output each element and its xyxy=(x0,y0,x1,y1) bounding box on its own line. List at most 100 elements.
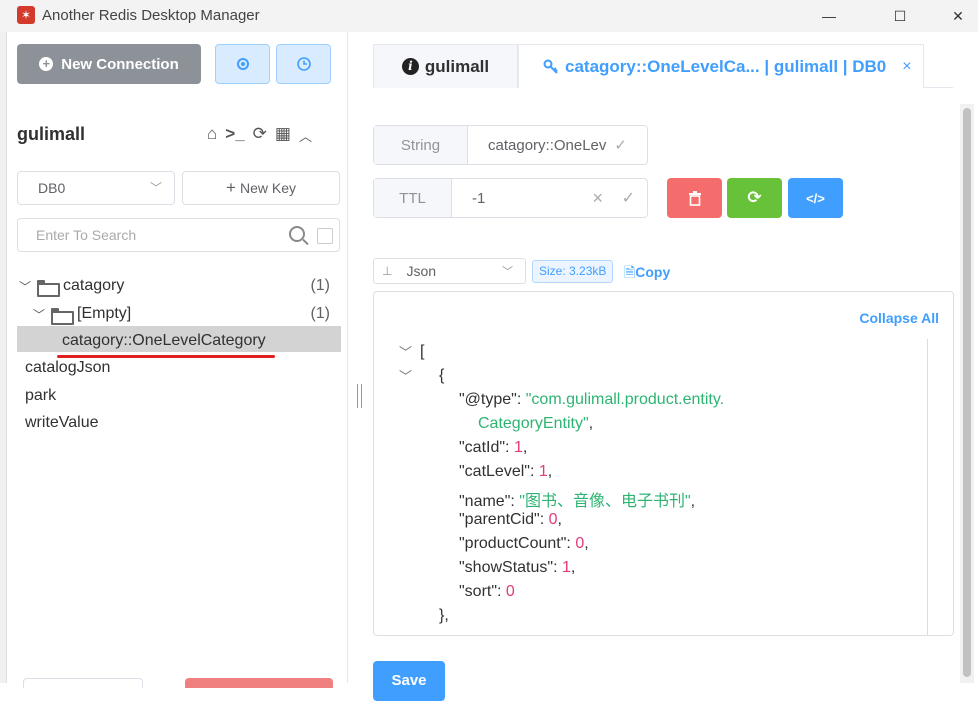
clock-icon xyxy=(296,57,311,71)
tree-folder-catagory[interactable]: ﹀ catagory (1) xyxy=(19,273,341,299)
size-badge: Size: 3.23kB xyxy=(532,260,614,283)
chevron-down-icon: ﹀ xyxy=(502,266,513,278)
tab-key-detail[interactable]: catagory::OneLevelCa... | gulimall | DB0… xyxy=(518,44,924,89)
tree-folder-count: (1) xyxy=(310,305,330,322)
chevron-down-icon: ﹀ xyxy=(149,181,162,195)
json-line: "parentCid": 0, xyxy=(459,511,562,528)
json-line: [ xyxy=(420,343,425,360)
tree-key-label: catalogJson xyxy=(25,359,111,376)
db-select-value: DB0 xyxy=(38,180,66,196)
folder-open-icon xyxy=(51,307,74,325)
background-window-strip xyxy=(0,32,7,683)
grid-icon[interactable]: ▦ xyxy=(275,124,291,145)
json-line: "name": "图书、音像、电子书刊", xyxy=(459,493,696,510)
format-select[interactable]: ⊥ Json ﹀ xyxy=(373,258,526,284)
tree-key-catalogjson[interactable]: catalogJson xyxy=(25,355,110,381)
gear-icon xyxy=(236,58,249,70)
main-scrollbar[interactable] xyxy=(960,104,974,683)
delete-batch-button[interactable] xyxy=(185,678,333,688)
key-name-value: catagory::OneLev xyxy=(488,136,607,154)
folder-open-icon xyxy=(37,279,60,297)
info-icon: i xyxy=(401,58,419,75)
collapse-all-button[interactable]: Collapse All xyxy=(859,310,939,326)
exact-search-checkbox[interactable] xyxy=(317,228,333,244)
fold-chevron-icon[interactable]: ﹀ xyxy=(399,366,412,385)
settings-button[interactable] xyxy=(215,44,270,84)
json-line: "sort": 0 xyxy=(459,583,515,600)
close-tab-icon[interactable]: × xyxy=(902,58,911,76)
key-type-label: String xyxy=(374,126,468,164)
window-title: Another Redis Desktop Manager xyxy=(42,7,260,24)
plus-icon: + xyxy=(226,178,236,197)
code-icon: </> xyxy=(806,190,825,206)
tree-folder-count: (1) xyxy=(310,277,330,294)
new-connection-button[interactable]: + New Connection xyxy=(17,44,201,84)
tree-folder-label: catagory xyxy=(63,277,125,294)
key-search-input[interactable] xyxy=(36,227,276,243)
json-viewer-divider xyxy=(927,339,928,635)
new-key-button[interactable]: + New Key xyxy=(182,171,340,205)
json-line: { xyxy=(439,367,445,384)
key-icon xyxy=(543,59,558,74)
ttl-field: TTL -1 × ✓ xyxy=(373,178,648,218)
copy-button[interactable]: 🗎Copy xyxy=(624,262,670,286)
tree-folder-label: [Empty] xyxy=(77,305,132,322)
ttl-input[interactable]: -1 × ✓ xyxy=(452,179,647,217)
tab-info-label: gulimall xyxy=(424,56,490,76)
json-line: "showStatus": 1, xyxy=(459,559,576,576)
refresh-key-button[interactable]: ⟳ xyxy=(727,178,782,218)
json-line: "catId": 1, xyxy=(459,439,528,456)
home-icon[interactable]: ⌂ xyxy=(207,124,217,145)
check-icon[interactable]: ✓ xyxy=(622,188,635,208)
clear-icon[interactable]: × xyxy=(592,188,603,209)
main-panel: i gulimall catagory::OneLevelCa... | gul… xyxy=(362,32,978,701)
tree-folder-empty[interactable]: ﹀ [Empty] (1) xyxy=(33,301,341,327)
db-select[interactable]: DB0 ﹀ xyxy=(17,171,175,205)
json-line: "productCount": 0, xyxy=(459,535,589,552)
format-value: Json xyxy=(406,263,437,279)
delete-key-button[interactable] xyxy=(667,178,722,218)
fold-chevron-icon[interactable]: ﹀ xyxy=(399,342,412,361)
tree-key-park[interactable]: park xyxy=(25,383,56,409)
tab-key-label: catagory::OneLevelCa... | gulimall | DB0 xyxy=(565,56,887,76)
connection-name[interactable]: gulimall xyxy=(17,124,85,145)
refresh-icon: ⟳ xyxy=(747,188,762,207)
maximize-button[interactable]: ☐ xyxy=(877,2,923,30)
key-name-field: String catagory::OneLev ✓ xyxy=(373,125,648,165)
json-viewer[interactable]: Collapse All ﹀ ﹀ [ { "@type": "com.gulim… xyxy=(373,291,954,636)
chevron-down-icon: ﹀ xyxy=(19,279,32,294)
dump-command-button[interactable]: </> xyxy=(788,178,843,218)
tree-key-onelevelcategory[interactable]: catagory::OneLevelCategory xyxy=(62,328,266,354)
save-button[interactable]: Save xyxy=(373,661,445,701)
plus-circle-icon: + xyxy=(39,57,54,71)
command-log-button[interactable] xyxy=(276,44,331,84)
tree-key-writevalue[interactable]: writeValue xyxy=(25,410,99,436)
tree-key-label: park xyxy=(25,387,57,404)
new-key-label: New Key xyxy=(239,180,296,196)
search-icon[interactable] xyxy=(289,226,305,242)
json-line: }, xyxy=(439,607,449,624)
tab-connection-info[interactable]: i gulimall xyxy=(373,44,518,88)
json-line: "catLevel": 1, xyxy=(459,463,553,480)
check-icon[interactable]: ✓ xyxy=(614,136,627,154)
ttl-value: -1 xyxy=(472,189,486,207)
trash-icon xyxy=(688,190,701,206)
new-connection-label: New Connection xyxy=(61,55,179,73)
load-more-button[interactable] xyxy=(23,678,143,688)
copy-label: Copy xyxy=(635,264,671,280)
document-icon: 🗎 xyxy=(624,264,636,280)
scrollbar-thumb[interactable] xyxy=(963,108,971,677)
terminal-icon[interactable]: >_ xyxy=(225,124,244,145)
minimize-button[interactable]: — xyxy=(806,2,852,30)
close-window-button[interactable]: ✕ xyxy=(935,2,978,30)
tree-key-label: catagory::OneLevelCategory xyxy=(62,332,266,349)
sidebar: + New Connection gulimall ⌂ >_ ⟳ ▦ ︿ DB0… xyxy=(7,32,348,688)
tree-key-label: writeValue xyxy=(25,414,99,431)
key-name-input[interactable]: catagory::OneLev ✓ xyxy=(468,126,647,164)
refresh-icon[interactable]: ⟳ xyxy=(253,124,267,145)
chevron-up-icon[interactable]: ︿ xyxy=(299,126,312,145)
sitemap-icon: ⊥ xyxy=(382,264,393,278)
key-search-box xyxy=(17,218,340,252)
ttl-label: TTL xyxy=(374,179,452,217)
json-line: "@type": "com.gulimall.product.entity. xyxy=(459,391,725,408)
